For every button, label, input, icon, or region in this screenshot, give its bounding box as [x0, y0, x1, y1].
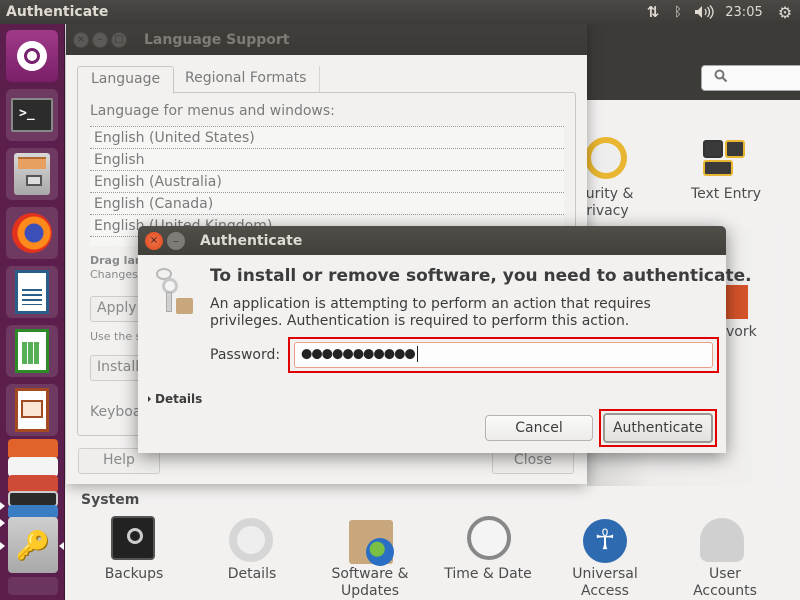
ubuntu-logo-icon	[17, 41, 47, 71]
settings-search-input[interactable]	[701, 65, 800, 91]
use-same-hint: Use the s	[90, 330, 142, 343]
running-indicator	[0, 502, 5, 510]
tab-regional-formats[interactable]: Regional Formats	[172, 66, 321, 93]
launcher-files[interactable]	[6, 148, 58, 200]
time-date-clock-icon[interactable]	[467, 516, 511, 560]
universal-access-icon[interactable]: ☥	[583, 519, 627, 563]
backups-icon[interactable]	[111, 516, 155, 560]
text-entry-label[interactable]: Text Entry	[684, 186, 768, 203]
launcher-impress[interactable]	[6, 384, 58, 436]
tab-language[interactable]: Language	[77, 66, 175, 94]
auth-heading: To install or remove software, you need …	[210, 266, 752, 286]
software-store-icon[interactable]	[8, 439, 58, 459]
authenticate-dialog: × – Authenticate To install or remove so…	[138, 226, 752, 453]
power-gear-icon[interactable]: ⚙	[770, 0, 800, 24]
password-input[interactable]: ●●●●●●●●●●●	[294, 342, 713, 368]
details-label: Details	[155, 392, 203, 406]
firefox-icon	[12, 213, 52, 253]
software-updates-label[interactable]: Software & Updates	[325, 566, 415, 600]
launcher-terminal[interactable]: >_	[6, 89, 58, 141]
launcher-writer[interactable]	[6, 266, 58, 318]
globe-icon	[366, 538, 394, 566]
volume-icon[interactable]	[690, 0, 718, 24]
running-indicator	[0, 519, 5, 527]
cancel-button[interactable]: Cancel	[485, 415, 593, 441]
security-privacy-label[interactable]: curity & Privacy	[578, 186, 648, 220]
calc-icon	[15, 329, 49, 373]
user-accounts-label[interactable]: User Accounts	[680, 566, 770, 600]
minimize-icon[interactable]: –	[92, 31, 108, 48]
running-indicator	[0, 542, 5, 550]
details-label[interactable]: Details	[212, 566, 292, 583]
changes-hint: Changes	[90, 268, 138, 281]
authenticate-button[interactable]: Authenticate	[603, 413, 713, 443]
active-window-title: Authenticate	[6, 4, 109, 20]
launcher-calc[interactable]	[6, 325, 58, 377]
minimize-icon[interactable]: –	[167, 231, 185, 250]
list-item[interactable]: English (Canada)	[90, 193, 564, 215]
window-title: Language Support	[144, 31, 290, 48]
language-support-titlebar[interactable]: × – □ Language Support	[66, 24, 587, 55]
terminal-icon: >_	[11, 98, 53, 132]
launcher-firefox[interactable]	[6, 207, 58, 259]
list-item[interactable]: English (United States)	[90, 127, 564, 149]
backups-label[interactable]: Backups	[94, 566, 174, 583]
launcher: >_ 🔑	[0, 24, 65, 600]
focused-indicator	[59, 542, 64, 550]
language-list-label: Language for menus and windows:	[90, 103, 335, 119]
launcher-dash[interactable]	[6, 30, 58, 82]
indicator-area: ⇅ ᛒ 23:05 ⚙	[640, 0, 800, 24]
top-panel: Authenticate ⇅ ᛒ 23:05 ⚙	[0, 0, 800, 24]
close-icon[interactable]: ×	[73, 31, 89, 48]
clock[interactable]: 23:05	[718, 0, 770, 24]
close-icon[interactable]: ×	[145, 231, 163, 250]
maximize-icon[interactable]: □	[111, 31, 127, 48]
drag-languages-hint: Drag lan	[90, 254, 143, 267]
keys-package-icon	[154, 268, 194, 316]
network-icon[interactable]: ⇅	[640, 0, 666, 24]
search-icon	[714, 69, 728, 87]
universal-access-label[interactable]: Universal Access	[560, 566, 650, 600]
security-privacy-icon[interactable]	[585, 137, 627, 179]
launcher-stacked-items[interactable]: 🔑	[4, 439, 60, 599]
text-entry-icon[interactable]	[703, 140, 749, 178]
auth-message: An application is attempting to perform …	[210, 296, 651, 329]
writer-icon	[15, 270, 49, 314]
expander-arrow-icon	[148, 396, 151, 402]
amazon-icon[interactable]	[8, 457, 58, 477]
trash-icon[interactable]	[8, 577, 58, 595]
text-caret	[416, 346, 418, 362]
dialog-title: Authenticate	[200, 232, 303, 249]
file-cabinet-icon	[14, 153, 50, 195]
password-label: Password:	[210, 347, 281, 363]
bluetooth-icon[interactable]: ᛒ	[666, 0, 690, 24]
list-item[interactable]: English (Australia)	[90, 171, 564, 193]
password-value: ●●●●●●●●●●●	[301, 346, 416, 362]
keyboard-input-label: Keyboa	[90, 404, 142, 420]
keys-icon[interactable]: 🔑	[8, 517, 58, 573]
impress-icon	[15, 388, 49, 432]
system-section-heading: System	[81, 492, 140, 508]
details-expander[interactable]: Details	[148, 392, 202, 406]
list-item[interactable]: English	[90, 149, 564, 171]
authenticate-titlebar[interactable]: × – Authenticate	[138, 226, 726, 255]
time-date-label[interactable]: Time & Date	[440, 566, 536, 583]
user-accounts-icon[interactable]	[700, 518, 744, 562]
details-gear-icon[interactable]	[229, 518, 273, 562]
